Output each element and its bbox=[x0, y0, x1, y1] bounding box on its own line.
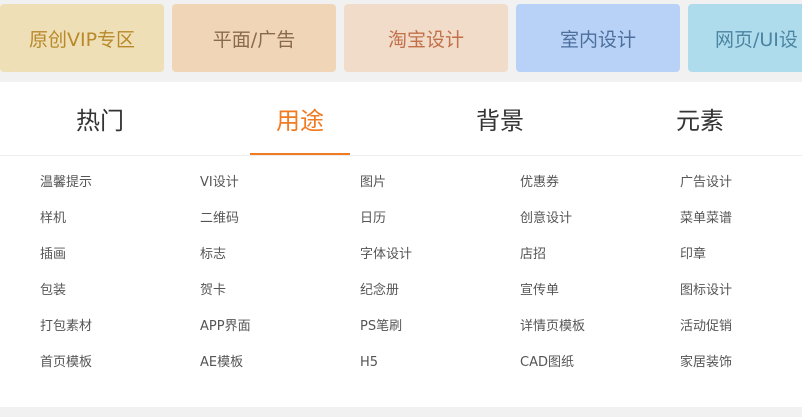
category-print-ad[interactable]: 平面/广告 bbox=[172, 4, 336, 72]
tag-link[interactable]: 打包素材 bbox=[40, 318, 92, 336]
tag-link[interactable]: 菜单菜谱 bbox=[680, 210, 732, 228]
tag-link[interactable]: PS笔刷 bbox=[360, 318, 402, 336]
tag-link[interactable]: APP界面 bbox=[200, 318, 251, 336]
bottom-strip bbox=[0, 407, 802, 417]
tag-link[interactable]: 宣传单 bbox=[520, 282, 559, 300]
tag-link[interactable]: 温馨提示 bbox=[40, 174, 92, 192]
tag-link[interactable]: 字体设计 bbox=[360, 246, 412, 264]
page: 原创VIP专区 平面/广告 淘宝设计 室内设计 网页/UI设 热门 用途 背景 … bbox=[0, 0, 802, 417]
tag-link[interactable]: 店招 bbox=[520, 246, 546, 264]
category-interior[interactable]: 室内设计 bbox=[516, 4, 680, 72]
tag-panel: 热门 用途 背景 元素 温馨提示 VI设计 图片 优惠券 广告设计样机 二维码 日历 创意设计… bbox=[0, 82, 802, 407]
tag-link[interactable]: H5 bbox=[360, 354, 378, 372]
category-web-ui[interactable]: 网页/UI设 bbox=[688, 4, 802, 72]
category-strip: 原创VIP专区 平面/广告 淘宝设计 室内设计 网页/UI设 bbox=[0, 0, 802, 80]
tab-usage[interactable]: 用途 bbox=[250, 82, 350, 155]
tag-link[interactable]: 图标设计 bbox=[680, 282, 732, 300]
tag-link[interactable]: 包装 bbox=[40, 282, 66, 300]
tag-link[interactable]: 优惠券 bbox=[520, 174, 559, 192]
tab-bar: 热门 用途 背景 元素 bbox=[0, 82, 802, 156]
tag-link[interactable]: 创意设计 bbox=[520, 210, 572, 228]
tag-link[interactable]: 样机 bbox=[40, 210, 66, 228]
tag-link[interactable]: VI设计 bbox=[200, 174, 239, 192]
tag-link[interactable]: 活动促销 bbox=[680, 318, 732, 336]
tag-link[interactable]: 家居装饰 bbox=[680, 354, 732, 372]
category-taobao[interactable]: 淘宝设计 bbox=[344, 4, 508, 72]
active-tab-indicator bbox=[250, 153, 350, 155]
tag-link[interactable]: 标志 bbox=[200, 246, 226, 264]
tag-link[interactable]: 广告设计 bbox=[680, 174, 732, 192]
tag-link[interactable]: AE模板 bbox=[200, 354, 243, 372]
tag-link[interactable]: 纪念册 bbox=[360, 282, 399, 300]
tag-link[interactable]: 日历 bbox=[360, 210, 386, 228]
tag-link[interactable]: 首页模板 bbox=[40, 354, 92, 372]
tag-link[interactable]: CAD图纸 bbox=[520, 354, 574, 372]
tag-link[interactable]: 插画 bbox=[40, 246, 66, 264]
tag-link[interactable]: 二维码 bbox=[200, 210, 239, 228]
tag-link[interactable]: 印章 bbox=[680, 246, 706, 264]
tag-link[interactable]: 贺卡 bbox=[200, 282, 226, 300]
tab-background[interactable]: 背景 bbox=[450, 82, 550, 155]
tab-elements[interactable]: 元素 bbox=[650, 82, 750, 155]
tab-popular[interactable]: 热门 bbox=[50, 82, 150, 155]
tag-link[interactable]: 详情页模板 bbox=[520, 318, 585, 336]
category-vip[interactable]: 原创VIP专区 bbox=[0, 4, 164, 72]
tag-link[interactable]: 图片 bbox=[360, 174, 386, 192]
